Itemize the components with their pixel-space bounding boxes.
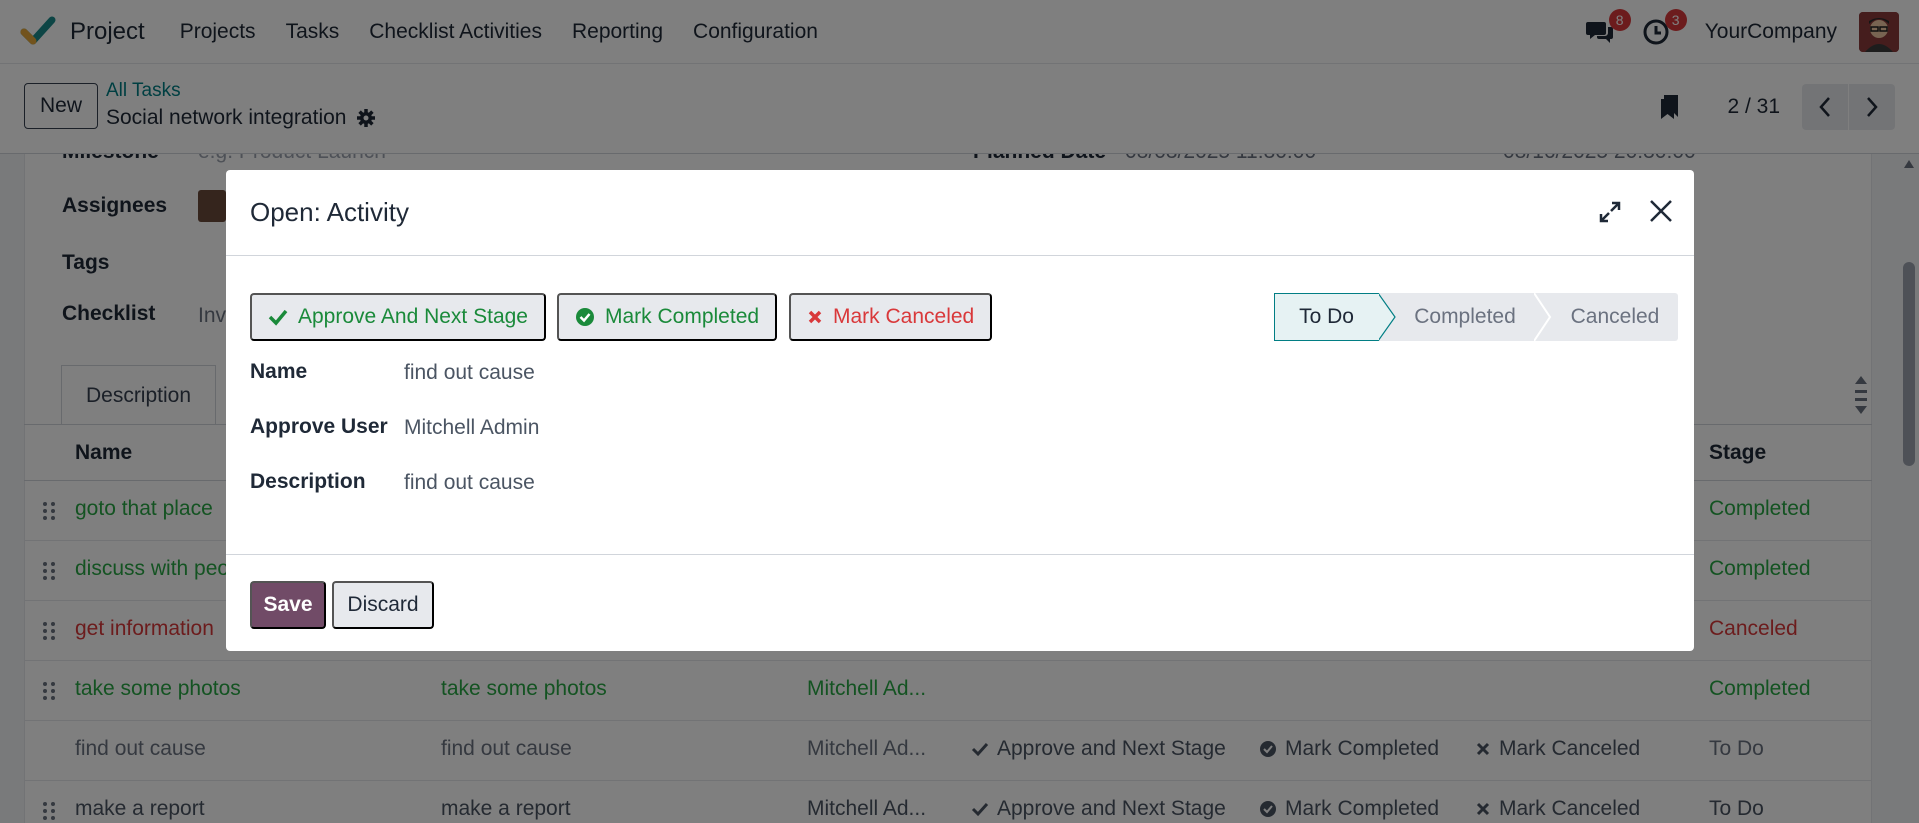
- save-button[interactable]: Save: [250, 581, 326, 629]
- check-icon: [268, 309, 288, 326]
- dialog-title: Open: Activity: [250, 197, 409, 227]
- stage-completed-label: Completed: [1414, 305, 1516, 328]
- activity-dialog: Open: Activity Approve And Next Stage Ma…: [226, 170, 1694, 651]
- approve-user-field[interactable]: Mitchell Admin: [404, 416, 539, 440]
- stage-canceled-label: Canceled: [1570, 305, 1660, 328]
- stage-canceled[interactable]: Canceled: [1552, 293, 1678, 341]
- mark-completed-button[interactable]: Mark Completed: [557, 293, 778, 341]
- name-field[interactable]: find out cause: [404, 361, 535, 385]
- name-label: Name: [250, 360, 308, 383]
- mark-completed-label: Mark Completed: [605, 305, 760, 328]
- stage-statusbar: To Do Completed Canceled: [1274, 293, 1678, 341]
- approve-next-stage-label: Approve And Next Stage: [298, 305, 528, 328]
- expand-icon[interactable]: [1598, 200, 1622, 224]
- stage-completed[interactable]: Completed: [1396, 293, 1534, 341]
- approve-user-label: Approve User: [250, 415, 388, 438]
- stage-to-do[interactable]: To Do: [1274, 293, 1378, 341]
- x-icon: [808, 310, 822, 324]
- dialog-footer-divider: [226, 554, 1694, 555]
- description-label: Description: [250, 470, 366, 493]
- check-circle-icon: [576, 308, 594, 326]
- stage-arrow: [1534, 293, 1552, 341]
- mark-canceled-button[interactable]: Mark Canceled: [789, 293, 993, 341]
- approve-next-stage-button[interactable]: Approve And Next Stage: [250, 293, 546, 341]
- dialog-header: Open: Activity: [226, 170, 1694, 256]
- stage-to-do-label: To Do: [1299, 305, 1354, 328]
- description-field[interactable]: find out cause: [404, 471, 535, 495]
- mark-canceled-label: Mark Canceled: [833, 305, 975, 328]
- discard-button[interactable]: Discard: [332, 581, 434, 629]
- stage-arrow: [1378, 293, 1396, 341]
- close-icon[interactable]: [1646, 196, 1676, 226]
